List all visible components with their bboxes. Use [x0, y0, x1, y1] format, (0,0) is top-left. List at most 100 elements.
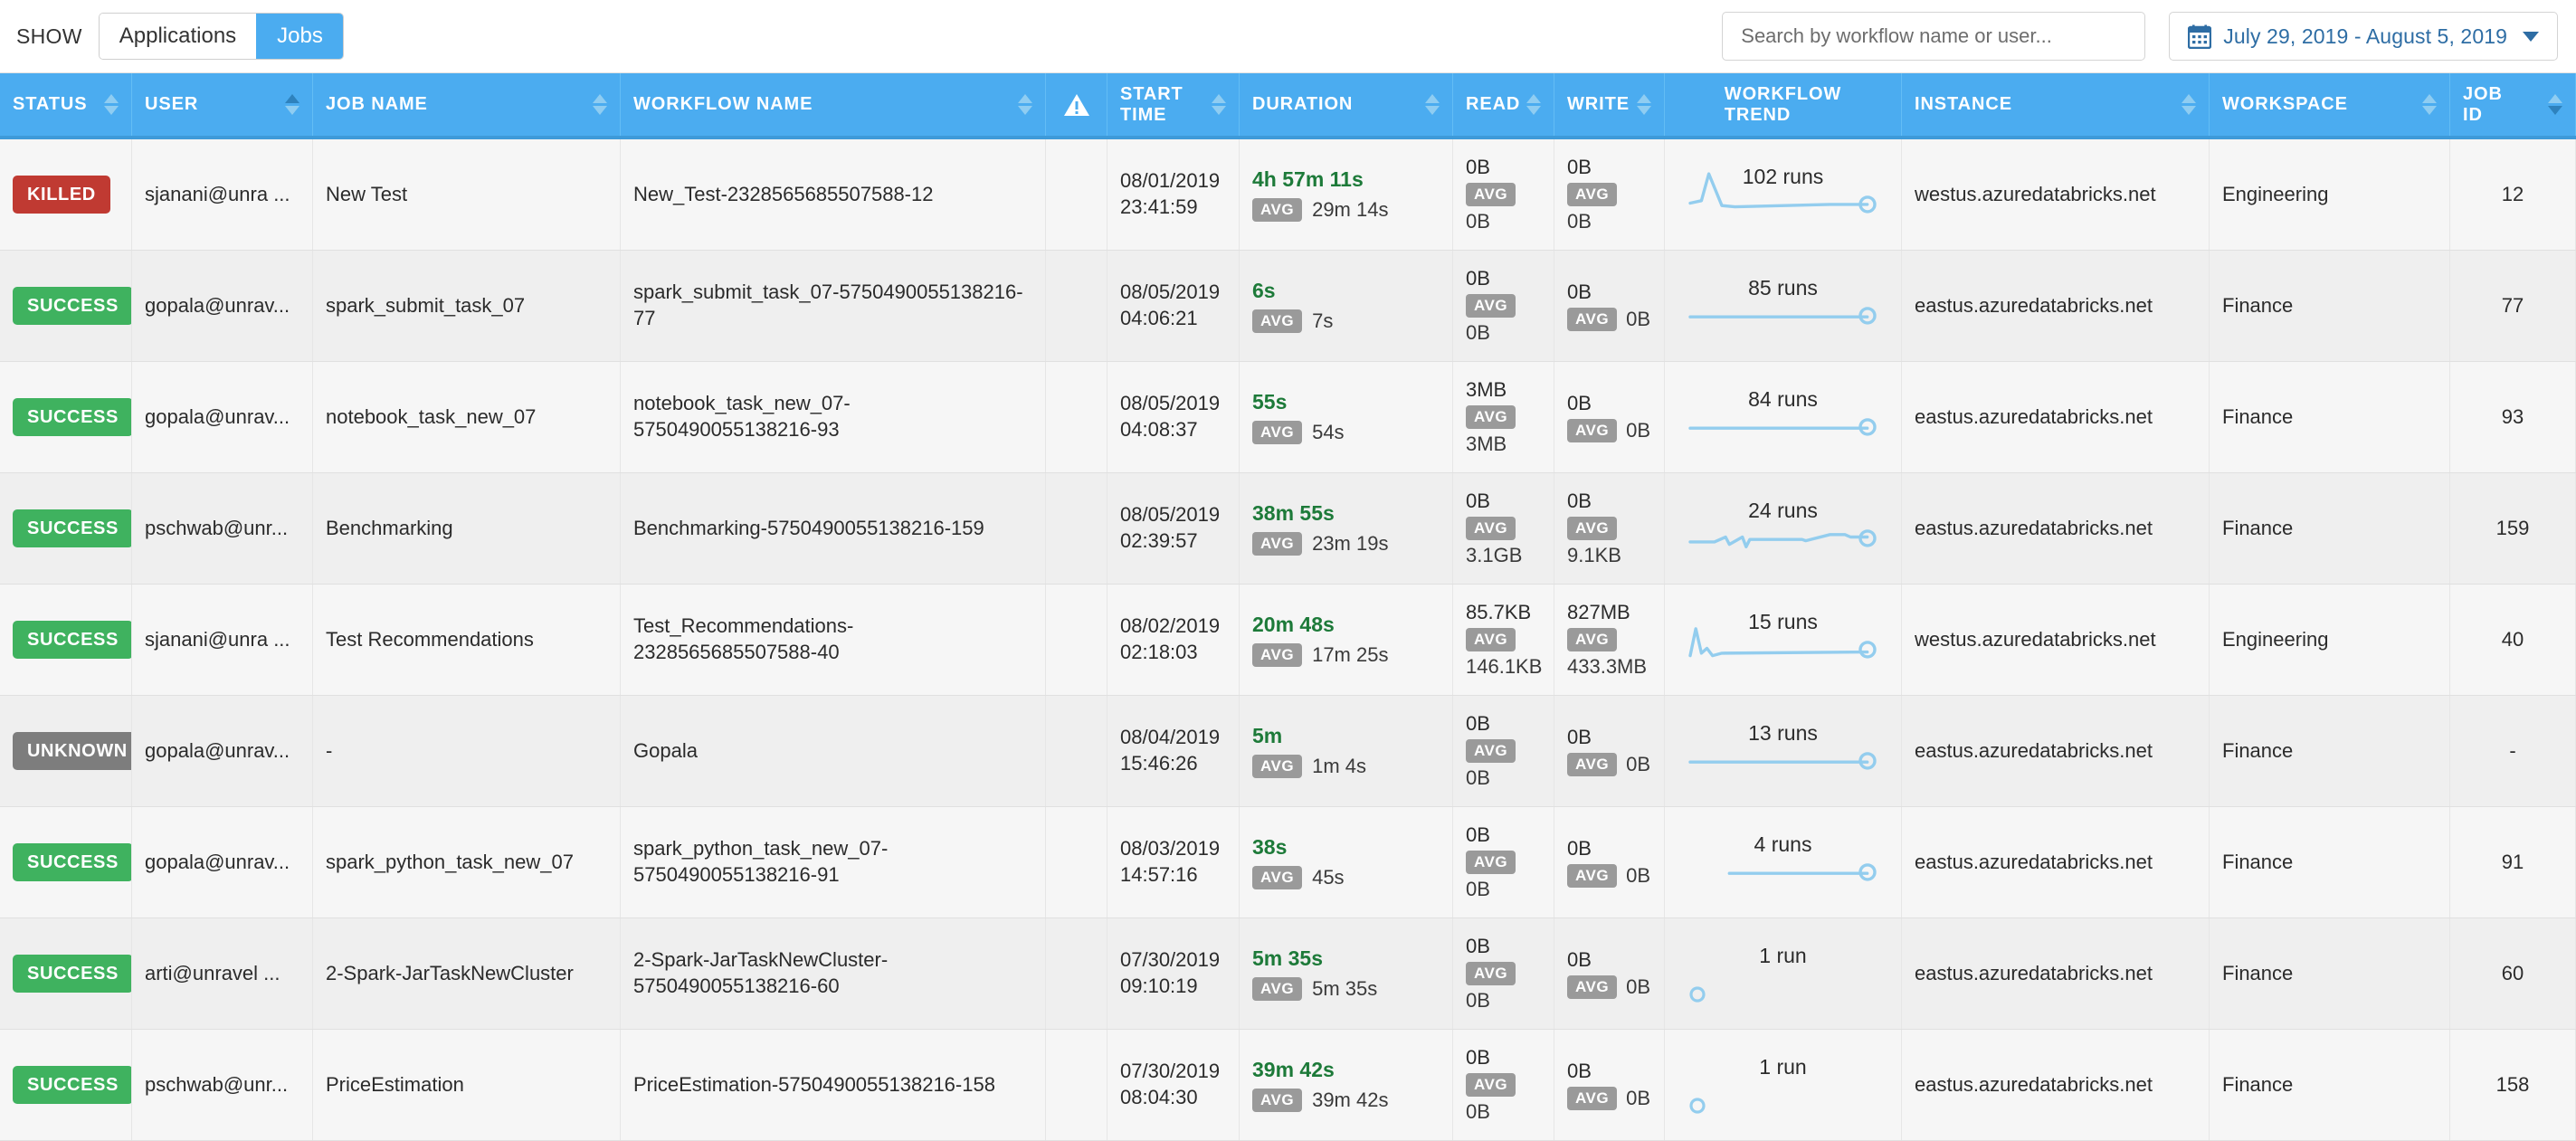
cell-workflow-trend[interactable]: 24 runs — [1665, 473, 1902, 584]
column-header-write[interactable]: WRITE — [1554, 73, 1665, 136]
cell-workflow-trend[interactable]: 4 runs — [1665, 807, 1902, 918]
job-name-text[interactable]: PriceEstimation — [326, 1072, 464, 1098]
column-header-instance[interactable]: INSTANCE — [1902, 73, 2210, 136]
cell-instance: eastus.azuredatabricks.net — [1902, 918, 2210, 1029]
sort-desc-icon — [2182, 106, 2196, 115]
table-row[interactable]: SUCCESS gopala@unrav... spark_python_task_… — [0, 807, 2576, 918]
job-name-text[interactable]: notebook_task_new_07 — [326, 404, 536, 431]
write-avg: 0B — [1626, 975, 1650, 998]
job-name-text[interactable]: New Test — [326, 182, 407, 208]
cell-job-name: 2-Spark-JarTaskNewCluster — [313, 918, 621, 1029]
workflow-name-text[interactable]: 2-Spark-JarTaskNewCluster-57504900551382… — [633, 947, 1032, 999]
column-header-trend: WORKFLOW TREND — [1665, 73, 1902, 136]
cell-job-id: 159 — [2450, 473, 2576, 584]
sort-toggle-jobid[interactable] — [2548, 94, 2562, 115]
sort-toggle-workflow[interactable] — [1018, 94, 1032, 115]
cell-workflow-trend[interactable]: 15 runs — [1665, 585, 1902, 695]
cell-workflow-trend[interactable]: 1 run — [1665, 918, 1902, 1029]
status-badge: SUCCESS — [13, 621, 131, 659]
sort-toggle-user[interactable] — [285, 94, 299, 115]
column-header-duration[interactable]: DURATION — [1240, 73, 1453, 136]
sort-asc-icon — [1637, 94, 1651, 103]
sort-toggle-job[interactable] — [593, 94, 607, 115]
cell-read: 0B AVG 0B — [1453, 139, 1554, 250]
column-header-label: USER — [145, 94, 199, 115]
workflow-name-text[interactable]: spark_python_task_new_07-575049005513821… — [633, 836, 1032, 888]
cell-workflow-trend[interactable]: 1 run — [1665, 1030, 1902, 1140]
sort-asc-icon — [1212, 94, 1226, 103]
sort-toggle-start[interactable] — [1212, 94, 1226, 115]
cell-warning — [1046, 696, 1107, 806]
instance-text: eastus.azuredatabricks.net — [1915, 1073, 2153, 1096]
job-name-text[interactable]: - — [326, 738, 332, 765]
tab-applications[interactable]: Applications — [99, 14, 257, 59]
search-box[interactable] — [1722, 12, 2146, 61]
cell-user: gopala@unrav... — [132, 807, 313, 918]
cell-workspace: Finance — [2210, 1030, 2450, 1140]
column-header-start[interactable]: START TIME — [1107, 73, 1240, 136]
avg-chip: AVG — [1466, 183, 1516, 206]
cell-workflow-trend[interactable]: 13 runs — [1665, 696, 1902, 806]
user-text: gopala@unrav... — [145, 405, 290, 428]
job-name-text[interactable]: spark_python_task_new_07 — [326, 850, 574, 876]
cell-job-name: notebook_task_new_07 — [313, 362, 621, 472]
job-name-text[interactable]: Test Recommendations — [326, 627, 534, 653]
sort-toggle-write[interactable] — [1637, 94, 1651, 115]
table-row[interactable]: SUCCESS arti@unravel ... 2-Spark-JarTaskNe… — [0, 918, 2576, 1030]
job-name-text[interactable]: 2-Spark-JarTaskNewCluster — [326, 961, 574, 987]
cell-status: SUCCESS — [0, 251, 132, 361]
write: 0B AVG 0B — [1567, 156, 1618, 233]
cell-read: 0B AVG 0B — [1453, 1030, 1554, 1140]
table-row[interactable]: SUCCESS gopala@unrav... notebook_task_new_… — [0, 362, 2576, 473]
table-row[interactable]: KILLED sjanani@unra ... New Test New_Test-2… — [0, 139, 2576, 251]
table-row[interactable]: SUCCESS sjanani@unra ... Test Recommendati… — [0, 585, 2576, 696]
write-avg: 0B — [1626, 419, 1650, 442]
avg-chip: AVG — [1252, 755, 1303, 778]
cell-write: 0B AVG 0B — [1554, 139, 1665, 250]
cell-workflow-trend[interactable]: 84 runs — [1665, 362, 1902, 472]
date-range-picker[interactable]: July 29, 2019 - August 5, 2019 — [2169, 12, 2558, 61]
column-header-workflow[interactable]: WORKFLOW NAME — [621, 73, 1046, 136]
cell-duration: 20m 48s AVG 17m 25s — [1240, 585, 1453, 695]
workflow-name-text[interactable]: Benchmarking-5750490055138216-159 — [633, 516, 984, 542]
write-avg: 0B — [1567, 210, 1592, 233]
table-row[interactable]: SUCCESS gopala@unrav... spark_submit_task_… — [0, 251, 2576, 362]
search-input[interactable] — [1739, 24, 2129, 49]
workflow-name-text[interactable]: PriceEstimation-5750490055138216-158 — [633, 1072, 995, 1098]
tab-jobs[interactable]: Jobs — [256, 14, 343, 59]
column-header-user[interactable]: USER — [132, 73, 313, 136]
read-avg: 3MB — [1466, 433, 1507, 455]
table-row[interactable]: UNKNOWN gopala@unrav... - Gopala 08/04/2019 1… — [0, 696, 2576, 807]
cell-job-name: spark_python_task_new_07 — [313, 807, 621, 918]
sort-toggle-workspace[interactable] — [2422, 94, 2437, 115]
sort-asc-icon — [104, 94, 119, 103]
workflow-name-text[interactable]: notebook_task_new_07-5750490055138216-93 — [633, 391, 1032, 442]
column-header-read[interactable]: READ — [1453, 73, 1554, 136]
table-row[interactable]: SUCCESS pschwab@unr... PriceEstimation Pric… — [0, 1030, 2576, 1141]
job-name-text[interactable]: spark_submit_task_07 — [326, 293, 525, 319]
workflow-name-text[interactable]: New_Test-2328565685507588-12 — [633, 182, 933, 208]
workflow-name-text[interactable]: spark_submit_task_07-5750490055138216-77 — [633, 280, 1032, 331]
cell-start-time: 08/02/2019 02:18:03 — [1107, 585, 1240, 695]
sort-toggle-instance[interactable] — [2182, 94, 2196, 115]
read-value: 0B — [1466, 935, 1490, 957]
duration-value: 6s — [1252, 279, 1276, 302]
sort-toggle-status[interactable] — [104, 94, 119, 115]
cell-workflow-trend[interactable]: 102 runs — [1665, 139, 1902, 250]
column-header-job[interactable]: JOB NAME — [313, 73, 621, 136]
cell-job-name: PriceEstimation — [313, 1030, 621, 1140]
cell-user: pschwab@unr... — [132, 1030, 313, 1140]
table-row[interactable]: SUCCESS pschwab@unr... Benchmarking Benchma… — [0, 473, 2576, 585]
workflow-name-text[interactable]: Gopala — [633, 738, 698, 765]
column-header-status[interactable]: STATUS — [0, 73, 132, 136]
cell-workflow-trend[interactable]: 85 runs — [1665, 251, 1902, 361]
workflow-name-text[interactable]: Test_Recommendations-2328565685507588-40 — [633, 613, 1032, 665]
column-header-workspace[interactable]: WORKSPACE — [2210, 73, 2450, 136]
column-header-jobid[interactable]: JOB ID — [2450, 73, 2576, 136]
sort-asc-icon — [1018, 94, 1032, 103]
duration-avg: 7s — [1312, 309, 1334, 332]
sort-toggle-read[interactable] — [1526, 94, 1541, 115]
read-value: 3MB — [1466, 378, 1507, 401]
job-name-text[interactable]: Benchmarking — [326, 516, 453, 542]
sort-toggle-duration[interactable] — [1425, 94, 1440, 115]
